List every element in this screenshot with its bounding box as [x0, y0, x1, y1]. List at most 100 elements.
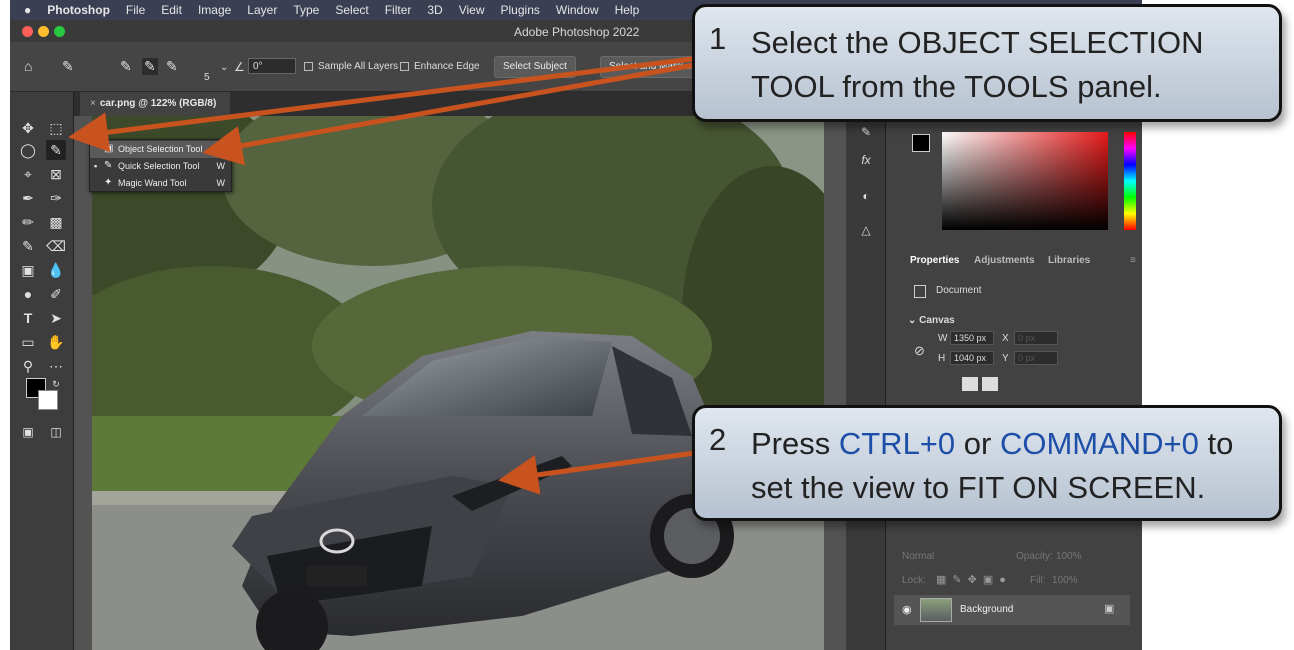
- color-field[interactable]: [942, 132, 1108, 230]
- menu-filter[interactable]: Filter: [385, 3, 412, 17]
- select-subject-button[interactable]: Select Subject: [494, 56, 576, 78]
- history-panel-icon[interactable]: ✎: [856, 122, 876, 142]
- brush-size-value[interactable]: 5: [204, 72, 210, 83]
- menu-help[interactable]: Help: [615, 3, 640, 17]
- healing-brush-tool-icon[interactable]: ✑: [46, 188, 66, 208]
- quick-mask-icon[interactable]: ▣: [18, 422, 38, 442]
- hand-tool-icon[interactable]: ✋: [46, 332, 66, 352]
- select-and-mask-button[interactable]: Select and Mask...: [600, 56, 701, 78]
- history-brush-tool-icon[interactable]: ✎: [18, 236, 38, 256]
- menu-edit[interactable]: Edit: [161, 3, 182, 17]
- foreground-color-swatch[interactable]: [912, 134, 930, 152]
- menu-view[interactable]: View: [459, 3, 485, 17]
- menu-image[interactable]: Image: [198, 3, 231, 17]
- link-icon[interactable]: ⊘: [914, 343, 925, 359]
- document-label: Document: [936, 285, 982, 296]
- menu-3d[interactable]: 3D: [427, 3, 442, 17]
- tab-adjustments[interactable]: Adjustments: [974, 255, 1035, 266]
- flyout-item-label: Quick Selection Tool: [118, 161, 200, 171]
- close-window-button[interactable]: [22, 26, 33, 37]
- flyout-item-shortcut: W: [216, 178, 226, 188]
- layer-name: Background: [960, 604, 1014, 615]
- flyout-object-selection-tool[interactable]: ▣ Object Selection Tool W: [90, 141, 231, 158]
- eraser-tool-icon[interactable]: ⌫: [46, 236, 66, 256]
- subtract-from-selection-icon[interactable]: ✎: [166, 58, 178, 75]
- fill-field[interactable]: 100%: [1052, 575, 1078, 586]
- type-tool-icon[interactable]: T: [18, 308, 38, 328]
- enhance-edge-label: Enhance Edge: [414, 61, 480, 72]
- swap-colors-icon[interactable]: ↻: [46, 374, 66, 394]
- object-selection-preset-icon[interactable]: ✎: [62, 58, 74, 75]
- sample-all-layers-label: Sample All Layers: [318, 61, 399, 72]
- flyout-magic-wand-tool[interactable]: ✦ Magic Wand Tool W: [90, 175, 231, 192]
- shortcut-command-0: COMMAND+0: [999, 426, 1199, 461]
- lock-icons[interactable]: ▦✎✥▣●: [936, 573, 1012, 586]
- gradient-tool-icon[interactable]: ▣: [18, 260, 38, 280]
- angle-field[interactable]: 0°: [248, 58, 296, 74]
- menu-file[interactable]: File: [126, 3, 145, 17]
- width-field[interactable]: 1350 px: [950, 331, 994, 345]
- move-tool-icon[interactable]: ✥: [18, 118, 38, 138]
- screen-mode-icon[interactable]: ◫: [46, 422, 66, 442]
- menu-window[interactable]: Window: [556, 3, 599, 17]
- landscape-orientation-button[interactable]: [982, 377, 998, 391]
- home-icon[interactable]: ⌂: [24, 58, 32, 74]
- chevron-down-icon[interactable]: ⌄: [220, 62, 228, 73]
- path-selection-tool-icon[interactable]: ➤: [46, 308, 66, 328]
- eyedropper-tool-icon[interactable]: ✒: [18, 188, 38, 208]
- zoom-window-button[interactable]: [54, 26, 65, 37]
- menu-type[interactable]: Type: [293, 3, 319, 17]
- visibility-eye-icon[interactable]: ◉: [902, 603, 912, 616]
- tab-libraries[interactable]: Libraries: [1048, 255, 1090, 266]
- flyout-item-shortcut: W: [216, 144, 226, 154]
- height-field[interactable]: 1040 px: [950, 351, 994, 365]
- angle-icon: ∠: [234, 60, 245, 74]
- step-number: 2: [709, 422, 727, 457]
- pen-tool-icon[interactable]: ✐: [46, 284, 66, 304]
- apple-icon[interactable]: ●: [24, 3, 31, 17]
- sample-all-layers-checkbox[interactable]: [304, 62, 313, 71]
- canvas-label: Canvas: [919, 315, 955, 326]
- x-field[interactable]: 0 px: [1014, 331, 1058, 345]
- zoom-tool-icon[interactable]: ⚲: [18, 356, 38, 376]
- object-selection-tool-icon[interactable]: ✎: [46, 140, 66, 160]
- blend-mode-select[interactable]: Normal: [902, 551, 934, 562]
- document-tab[interactable]: × car.png @ 122% (RGB/8): [80, 92, 230, 116]
- minimize-window-button[interactable]: [38, 26, 49, 37]
- lasso-tool-icon[interactable]: ◯: [18, 140, 38, 160]
- hue-slider[interactable]: [1124, 132, 1136, 230]
- right-panel-area: ✎ fx ◐ △ Properties Adjustments Librarie…: [846, 92, 1142, 650]
- flyout-quick-selection-tool[interactable]: ▪ ✎ Quick Selection Tool W: [90, 158, 231, 175]
- object-selection-icon: ▣: [104, 143, 114, 154]
- 3d-panel-icon[interactable]: △: [856, 220, 876, 240]
- portrait-orientation-button[interactable]: [962, 377, 978, 391]
- clone-stamp-tool-icon[interactable]: ▩: [46, 212, 66, 232]
- new-selection-icon[interactable]: ✎: [120, 58, 132, 75]
- menu-layer[interactable]: Layer: [247, 3, 277, 17]
- close-tab-icon[interactable]: ×: [90, 98, 96, 109]
- frame-tool-icon[interactable]: ⊠: [46, 164, 66, 184]
- brush-tool-icon[interactable]: ✏: [18, 212, 38, 232]
- document-canvas[interactable]: [92, 116, 824, 650]
- menu-app-name[interactable]: Photoshop: [47, 3, 110, 17]
- tab-properties[interactable]: Properties: [910, 255, 959, 266]
- more-tools-icon[interactable]: ⋯: [46, 356, 66, 376]
- fill-label: Fill:: [1030, 575, 1046, 586]
- canvas-section-header[interactable]: ⌄ Canvas: [908, 315, 955, 326]
- menu-select[interactable]: Select: [335, 3, 368, 17]
- marquee-tool-icon[interactable]: ⬚: [46, 118, 66, 138]
- layer-row-background[interactable]: ◉ Background ▣: [894, 595, 1130, 625]
- fx-styles-icon[interactable]: fx: [856, 150, 876, 170]
- enhance-edge-checkbox[interactable]: [400, 62, 409, 71]
- crop-tool-icon[interactable]: ⌖: [18, 164, 38, 184]
- menu-plugins[interactable]: Plugins: [501, 3, 540, 17]
- dodge-tool-icon[interactable]: ●: [18, 284, 38, 304]
- opacity-field[interactable]: 100%: [1056, 551, 1082, 562]
- panel-menu-icon[interactable]: ≡: [1130, 255, 1136, 266]
- adjustments-panel-icon[interactable]: ◐: [856, 186, 876, 206]
- blur-tool-icon[interactable]: 💧: [46, 260, 66, 280]
- add-to-selection-icon[interactable]: ✎: [142, 58, 158, 75]
- car-photo: [92, 116, 824, 650]
- rectangle-tool-icon[interactable]: ▭: [18, 332, 38, 352]
- y-field[interactable]: 0 px: [1014, 351, 1058, 365]
